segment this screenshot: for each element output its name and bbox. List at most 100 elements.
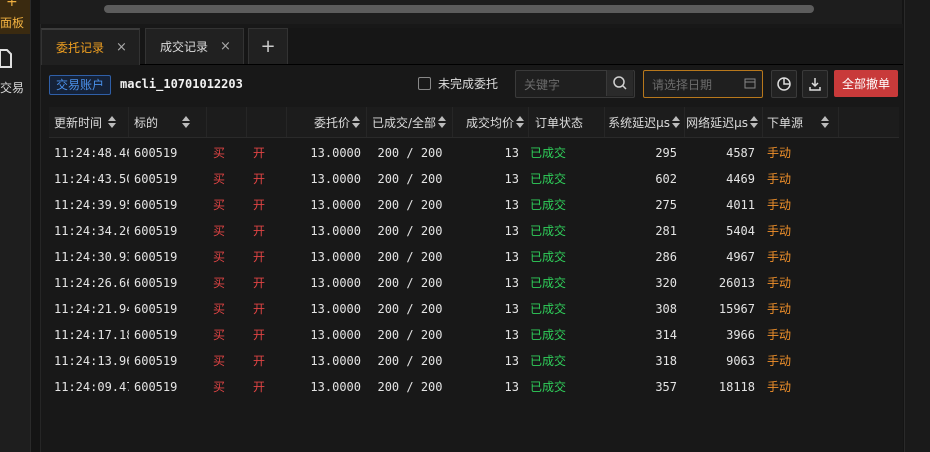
cell-side: 买 [213,250,226,264]
cell-system-latency: 281 [655,224,677,238]
table-row[interactable]: 11:24:13.96 600519 买 开 13.0000 200 / 200 13 已成交… [49,348,899,374]
tab-orders[interactable]: 委托记录 × [41,28,140,65]
sort-icon[interactable] [750,116,758,128]
top-strip [40,0,902,24]
table-row[interactable]: 11:24:39.95 600519 买 开 13.0000 200 / 200 13 已成交… [49,192,899,218]
sort-icon[interactable] [516,116,524,128]
cancel-all-button[interactable]: 全部撤单 [834,70,898,97]
sort-icon[interactable] [672,116,680,128]
table-row[interactable]: 11:24:48.46 600519 买 开 13.0000 200 / 200 13 已成交… [49,140,899,166]
col-network-latency[interactable]: 网络延迟μs [685,107,763,137]
col-order-price[interactable]: 委托价 [287,107,367,137]
cell-time: 11:24:43.50 [54,172,129,186]
col-system-latency[interactable]: 系统延迟μs [605,107,685,137]
cell-network-latency: 4469 [726,172,755,186]
col-update-time[interactable]: 更新时间 [49,107,129,137]
cell-system-latency: 308 [655,302,677,316]
cell-avg-price: 13 [504,224,519,238]
cell-order-status: 已成交 [530,328,567,342]
sort-icon[interactable] [438,116,447,128]
cell-filled: 200 / 200 [377,354,443,368]
col-label: 委托价 [313,115,350,130]
add-tab-button[interactable]: + [248,28,288,64]
cell-network-latency: 26013 [718,276,755,290]
cell-network-latency: 4967 [726,250,755,264]
cell-order-price: 13.0000 [310,380,361,394]
cell-symbol: 600519 [134,198,178,212]
col-label: 下单源 [767,115,804,130]
cell-order-status: 已成交 [530,380,567,394]
col-label: 更新时间 [54,115,103,130]
cell-time: 11:24:09.47 [54,380,129,394]
table-row[interactable]: 11:24:26.66 600519 买 开 13.0000 200 / 200 13 已成交… [49,270,899,296]
cell-filled: 200 / 200 [377,276,443,290]
table-row[interactable]: 11:24:30.93 600519 买 开 13.0000 200 / 200 13 已成交… [49,244,899,270]
col-filled[interactable]: 已成交/全部 [367,107,453,137]
search-button[interactable] [606,70,633,96]
cell-order-status: 已成交 [530,354,567,368]
cell-symbol: 600519 [134,172,178,186]
col-symbol[interactable]: 标的 [129,107,207,137]
tab-trades[interactable]: 成交记录 × [145,28,244,64]
date-placeholder: 请选择日期 [652,78,713,92]
cell-system-latency: 320 [655,276,677,290]
cell-side: 买 [213,380,226,394]
cell-network-latency: 9063 [726,354,755,368]
cell-avg-price: 13 [504,302,519,316]
search-placeholder: 关键字 [524,78,561,92]
table-row[interactable]: 11:24:21.94 600519 买 开 13.0000 200 / 200 13 已成交… [49,296,899,322]
cell-offset: 开 [253,172,266,186]
cell-order-price: 13.0000 [310,198,361,212]
cell-network-latency: 4011 [726,198,755,212]
cell-network-latency: 4587 [726,146,755,160]
cell-order-status: 已成交 [530,172,567,186]
download-button[interactable] [802,70,828,98]
cell-order-price: 13.0000 [310,276,361,290]
cell-time: 11:24:39.95 [54,198,129,212]
close-icon[interactable]: × [220,39,231,54]
table-row[interactable]: 11:24:43.50 600519 买 开 13.0000 200 / 200 13 已成交… [49,166,899,192]
cell-network-latency: 15967 [718,302,755,316]
table-row[interactable]: 11:24:34.26 600519 买 开 13.0000 200 / 200 13 已成交… [49,218,899,244]
sort-icon[interactable] [821,116,830,128]
cell-time: 11:24:34.26 [54,224,129,238]
cell-offset: 开 [253,224,266,238]
cell-order-price: 13.0000 [310,172,361,186]
cell-order-status: 已成交 [530,250,567,264]
date-picker[interactable]: 请选择日期 [643,70,763,98]
cell-side: 买 [213,354,226,368]
cell-order-price: 13.0000 [310,354,361,368]
col-order-source[interactable]: 下单源 [763,107,839,137]
cell-order-status: 已成交 [530,224,567,238]
cell-filled: 200 / 200 [377,328,443,342]
cell-filled: 200 / 200 [377,302,443,316]
cell-avg-price: 13 [504,354,519,368]
cell-network-latency: 18118 [718,380,755,394]
cell-filled: 200 / 200 [377,250,443,264]
cell-system-latency: 295 [655,146,677,160]
cell-order-price: 13.0000 [310,146,361,160]
document-icon [0,49,12,68]
sort-icon[interactable] [108,116,117,128]
close-icon[interactable]: × [116,40,127,55]
sidebar-item-panel[interactable]: + 面板 [0,0,30,34]
cell-order-source: 手动 [767,146,792,160]
cell-offset: 开 [253,328,266,342]
cell-time: 11:24:26.66 [54,276,129,290]
horizontal-scrollbar[interactable] [104,5,814,13]
col-avg-price[interactable]: 成交均价 [453,107,529,137]
cell-order-source: 手动 [767,302,792,316]
cell-filled: 200 / 200 [377,198,443,212]
cell-order-source: 手动 [767,250,792,264]
cell-order-source: 手动 [767,172,792,186]
sort-icon[interactable] [182,116,191,128]
cell-avg-price: 13 [504,328,519,342]
unfinished-checkbox[interactable] [418,77,431,90]
table-row[interactable]: 11:24:09.47 600519 买 开 13.0000 200 / 200 13 已成交… [49,374,899,400]
cell-avg-price: 13 [504,250,519,264]
sort-icon[interactable] [352,116,360,128]
sidebar-item-panel-label: 面板 [0,16,25,30]
chart-button[interactable] [771,70,797,98]
tab-trades-label: 成交记录 [160,40,209,54]
table-row[interactable]: 11:24:17.18 600519 买 开 13.0000 200 / 200 13 已成交… [49,322,899,348]
